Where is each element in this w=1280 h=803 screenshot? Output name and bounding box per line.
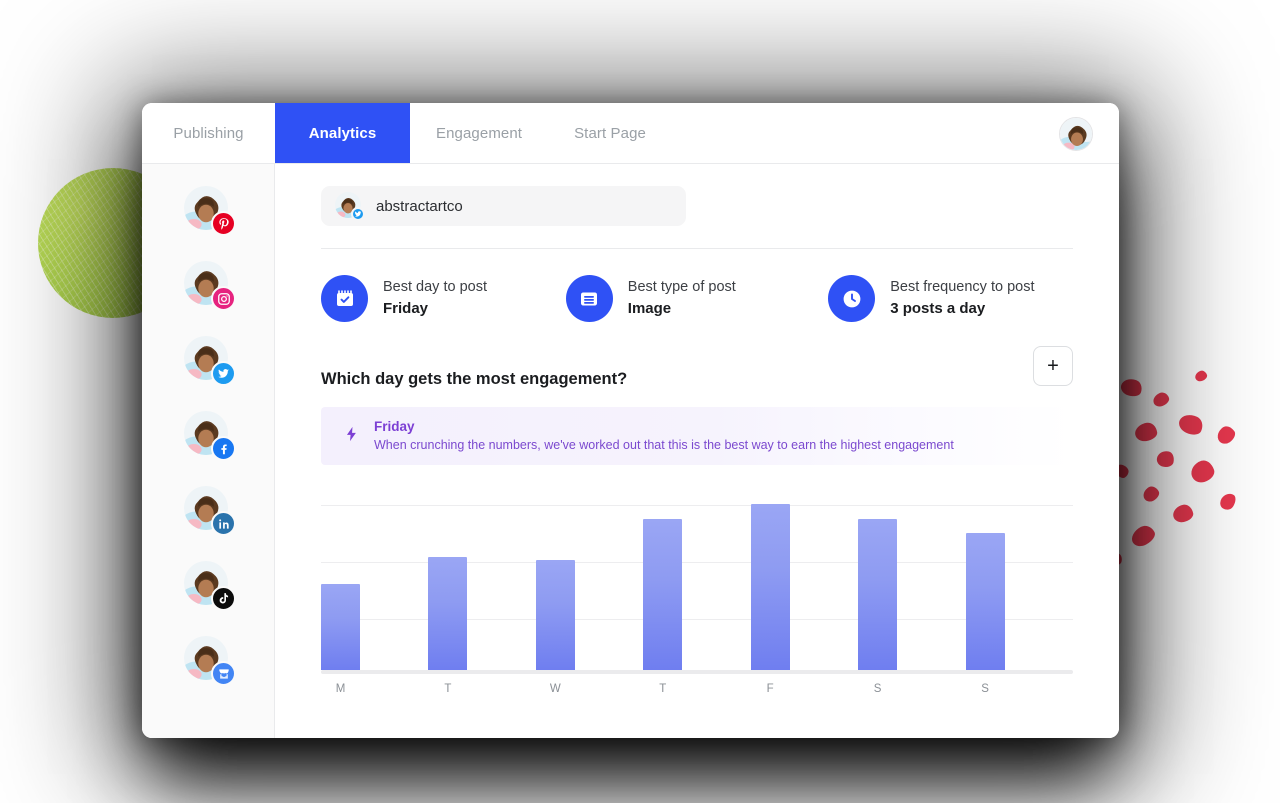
storefront-icon [211,661,236,686]
sidebar-item-instagram[interactable] [184,261,236,311]
engagement-bar-chart: M T W T F S S [321,491,1073,703]
insight-value: Image [627,299,672,317]
insight-best-day: Best day to post Friday [321,275,566,322]
x-axis-label: T [659,683,667,695]
bar-saturday[interactable] [858,518,898,670]
add-widget-button[interactable]: + [1033,345,1073,386]
accounts-sidebar [142,164,275,738]
x-axis-label: S [873,683,882,695]
question-row: Which day gets the most engagement? + [275,322,1119,389]
chart-bars [321,490,1073,670]
insight-value: 3 posts a day [890,299,986,317]
bar-column [643,490,750,670]
insight-best-type: Best type of post Image [565,275,828,322]
plus-icon: + [1047,354,1059,377]
bar-friday[interactable] [750,504,790,670]
analytics-main: abstractartco Best day to post Friday Be… [275,164,1119,738]
bar-monday[interactable] [321,583,360,670]
sidebar-item-twitter[interactable] [184,336,236,386]
twitter-icon [211,361,236,386]
insight-best-frequency: Best frequency to post 3 posts a day [828,275,1073,322]
avatar[interactable] [1059,117,1093,151]
x-label-cell: M [321,679,428,703]
tab-start-page[interactable]: Start Page [548,103,672,163]
bar-thursday[interactable] [643,518,683,670]
chart-baseline [321,670,1073,674]
x-axis-label: F [766,683,774,695]
insight-text: Best type of post Image [628,277,736,321]
clock-icon [828,275,876,322]
bar-column [535,490,643,670]
insight-banner: Friday When crunching the numbers, we've… [321,407,1073,465]
sidebar-item-tiktok[interactable] [184,561,236,611]
tab-publishing[interactable]: Publishing [142,103,275,163]
x-axis-label: S [981,683,989,695]
bar-column [965,490,1073,670]
account-selector-row: abstractartco [275,186,1119,226]
bar-column [321,490,428,670]
tab-analytics[interactable]: Analytics [275,103,410,163]
tiktok-icon [211,586,236,611]
insight-text: Best day to post Friday [383,277,487,321]
x-label-cell: T [428,679,535,703]
sidebar-item-google-business-profile[interactable] [184,636,236,686]
calendar-check-icon [321,275,368,322]
banner-subtitle: When crunching the numbers, we've worked… [374,437,954,452]
bar-sunday[interactable] [965,533,1005,670]
bar-wednesday[interactable] [535,560,575,670]
window-body: abstractartco Best day to post Friday Be… [142,164,1119,738]
x-label-cell: W [536,679,643,703]
avatar-illustration [1060,118,1092,150]
bar-tuesday[interactable] [428,556,468,670]
app-window: Publishing Analytics Engagement Start Pa… [142,103,1119,738]
x-axis-label: T [444,683,452,695]
pinterest-icon [211,211,236,236]
lightning-bolt-icon [343,424,360,449]
x-label-cell: F [751,679,858,703]
twitter-icon [351,207,365,221]
insight-text: Best frequency to post 3 posts a day [890,277,1034,321]
sidebar-item-pinterest[interactable] [184,186,236,236]
document-lines-icon [565,275,613,322]
x-axis-label: W [549,683,561,695]
insight-cards: Best day to post Friday Best type of pos… [275,249,1119,322]
linkedin-icon [211,511,236,536]
instagram-icon [211,286,236,311]
decorative-red-petals [1094,365,1280,595]
selected-account-avatar [335,192,365,221]
insight-value: Friday [383,299,429,317]
account-selector[interactable]: abstractartco [321,186,686,226]
insight-label: Best type of post [627,278,736,295]
tab-engagement[interactable]: Engagement [410,103,548,163]
banner-text: Friday When crunching the numbers, we've… [374,418,954,453]
x-label-cell: T [643,679,750,703]
x-label-cell: S [966,679,1073,703]
insight-label: Best frequency to post [890,278,1035,295]
chart-x-labels: M T W T F S S [321,679,1073,703]
facebook-icon [211,436,236,461]
bar-column [858,490,965,670]
top-tab-bar: Publishing Analytics Engagement Start Pa… [142,103,1119,164]
sidebar-item-linkedin[interactable] [184,486,236,536]
insight-label: Best day to post [383,278,487,295]
x-axis-label: M [335,683,346,695]
sidebar-item-facebook[interactable] [184,411,236,461]
x-label-cell: S [858,679,965,703]
page-title: Which day gets the most engagement? [321,370,628,388]
bar-column [428,490,535,670]
screenshot-stage: Publishing Analytics Engagement Start Pa… [0,0,1280,803]
account-name: abstractartco [376,197,463,215]
bar-column [750,490,858,670]
banner-title: Friday [374,419,415,435]
